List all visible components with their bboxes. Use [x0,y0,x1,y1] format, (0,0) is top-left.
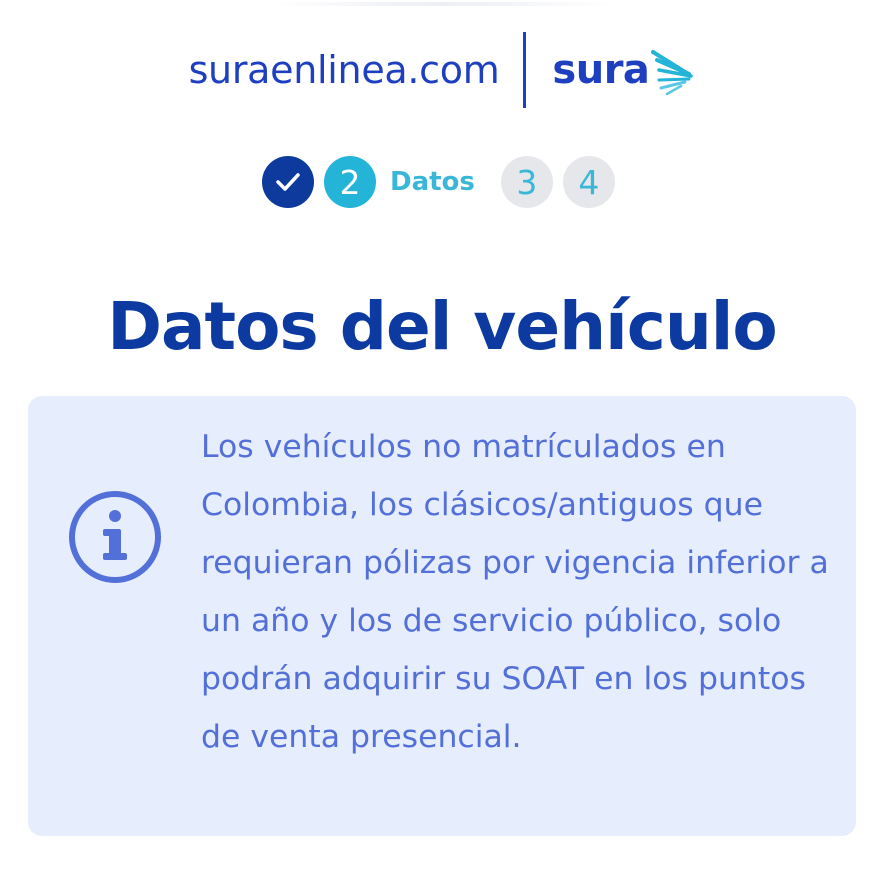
wing-icon [651,50,694,96]
step-3: 3 [500,156,553,208]
header-divider [523,32,527,108]
check-icon [276,173,300,191]
site-header: suraenlinea.com sura [0,30,884,110]
site-name: suraenlinea.com [188,48,500,92]
info-notice: Los vehículos no matrículados en Colombi… [28,396,856,836]
top-divider [272,2,612,6]
info-icon [69,491,161,583]
info-text: Los vehículos no matrículados en Colombi… [201,429,829,755]
step-1-completed[interactable] [262,156,314,208]
sura-logo[interactable]: sura [552,44,695,96]
page-title: Datos del vehículo [107,288,778,365]
logo-text: sura [552,47,650,93]
step-2-label: Datos [390,167,475,197]
progress-stepper: 2 Datos 3 4 [262,156,615,208]
step-2-active: 2 [324,156,376,208]
step-4: 4 [562,156,615,208]
